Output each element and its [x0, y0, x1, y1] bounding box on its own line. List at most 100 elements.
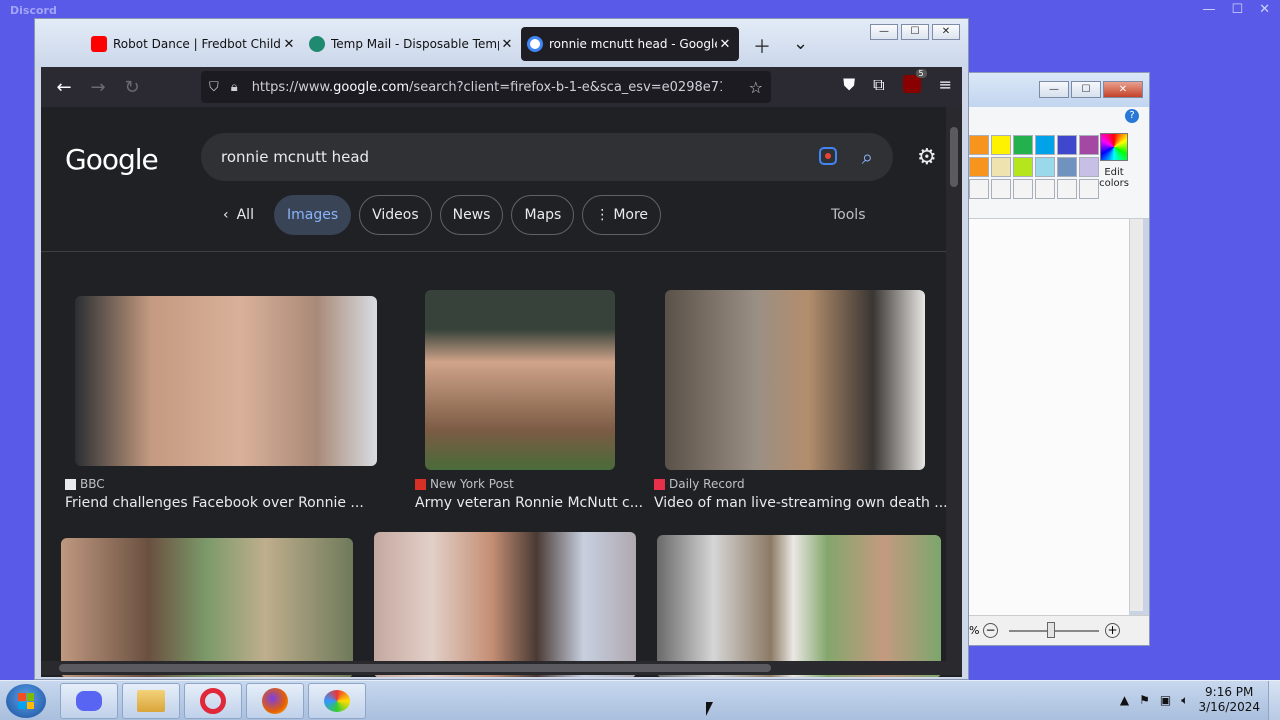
color-swatch[interactable]	[991, 179, 1011, 199]
color-swatch[interactable]	[1035, 135, 1055, 155]
result-source[interactable]: BBC	[65, 477, 105, 491]
volume-muted-icon[interactable]: 🔈︎	[1181, 693, 1188, 708]
taskbar-explorer[interactable]	[122, 683, 180, 719]
close-icon[interactable]: ✕	[281, 37, 297, 52]
clock-date: 3/16/2024	[1198, 700, 1260, 714]
maximize-icon[interactable]: ☐	[1231, 2, 1243, 17]
shield-icon[interactable]: ⛉	[209, 80, 219, 95]
paint-canvas[interactable]	[969, 219, 1129, 615]
horizontal-scrollbar[interactable]	[41, 661, 962, 675]
chip-more[interactable]: ⋮ More	[582, 195, 662, 235]
tab-robot-dance[interactable]: Robot Dance | Fredbot Childre ✕	[85, 27, 303, 61]
maximize-button[interactable]: ☐	[901, 24, 929, 40]
zoom-in-button[interactable]: +	[1105, 623, 1120, 638]
search-input[interactable]: ronnie mcnutt head	[221, 148, 369, 166]
image-result-thumbnail[interactable]	[374, 532, 636, 677]
color-swatch[interactable]	[1057, 135, 1077, 155]
paint-titlebar[interactable]: — ☐ ✕	[969, 73, 1149, 107]
image-result-thumbnail[interactable]	[61, 538, 353, 677]
start-button[interactable]	[6, 684, 46, 718]
settings-gear-icon[interactable]: ⚙	[917, 145, 937, 170]
zoom-slider-thumb[interactable]	[1047, 622, 1055, 638]
result-caption[interactable]: Friend challenges Facebook over Ronnie .…	[65, 495, 364, 511]
result-caption[interactable]: Video of man live-streaming own death ..…	[654, 495, 948, 511]
lock-icon[interactable]: 🔒︎	[231, 80, 238, 95]
image-result-thumbnail[interactable]	[425, 290, 615, 470]
chip-all[interactable]: ‹ All	[211, 195, 266, 235]
color-swatch[interactable]	[969, 179, 989, 199]
vertical-scrollbar[interactable]	[946, 107, 962, 661]
chip-maps[interactable]: Maps	[511, 195, 575, 235]
forward-button[interactable]: →	[81, 77, 115, 98]
color-swatch[interactable]	[1013, 135, 1033, 155]
show-desktop-button[interactable]	[1268, 681, 1280, 720]
paint-maximize-button[interactable]: ☐	[1071, 81, 1101, 98]
taskbar-firefox[interactable]	[246, 683, 304, 719]
url-text[interactable]: https://www.google.com/search?client=fir…	[252, 80, 722, 95]
reload-button[interactable]: ↻	[115, 77, 149, 98]
taskbar-discord[interactable]	[60, 683, 118, 719]
list-all-tabs-button[interactable]: ⌄	[793, 33, 808, 54]
color-swatch[interactable]	[1013, 179, 1033, 199]
paint-vertical-scrollbar[interactable]	[1129, 219, 1143, 611]
result-caption[interactable]: Army veteran Ronnie McNutt c...	[415, 495, 643, 511]
tab-google-search[interactable]: ronnie mcnutt head - Google S ✕	[521, 27, 739, 61]
extensions-icon[interactable]: ⧉	[873, 75, 884, 95]
zoom-out-button[interactable]: −	[983, 623, 998, 638]
close-icon[interactable]: ✕	[499, 37, 515, 52]
google-logo[interactable]: Google	[65, 143, 159, 176]
edit-colors-button[interactable]: Edit colors	[1093, 133, 1135, 189]
image-result-thumbnail[interactable]	[665, 290, 925, 470]
close-button[interactable]: ✕	[932, 24, 960, 40]
image-result-thumbnail[interactable]	[657, 535, 941, 677]
tools-button[interactable]: Tools	[831, 207, 866, 223]
color-swatch[interactable]	[1035, 157, 1055, 177]
paint-minimize-button[interactable]: —	[1039, 81, 1069, 98]
tab-temp-mail[interactable]: Temp Mail - Disposable Tempo ✕	[303, 27, 521, 61]
network-icon[interactable]: ▣	[1160, 693, 1171, 707]
close-icon[interactable]: ✕	[717, 37, 733, 52]
help-icon[interactable]: ?	[1125, 109, 1139, 123]
menu-icon[interactable]: ≡	[939, 75, 952, 95]
back-button[interactable]: ←	[47, 77, 81, 98]
image-result-thumbnail[interactable]	[75, 296, 377, 466]
minimize-button[interactable]: —	[870, 24, 898, 40]
search-box[interactable]: ronnie mcnutt head ⌕	[201, 133, 893, 181]
bookmark-star-icon[interactable]: ☆	[749, 78, 763, 97]
opera-icon	[200, 688, 226, 714]
color-swatch[interactable]	[1057, 157, 1077, 177]
paint-close-button[interactable]: ✕	[1103, 81, 1143, 98]
vertical-scrollbar-thumb[interactable]	[950, 127, 958, 187]
result-source[interactable]: New York Post	[415, 477, 514, 491]
firefox-icon	[262, 688, 288, 714]
clock[interactable]: 9:16 PM 3/16/2024	[1198, 685, 1260, 715]
color-swatch[interactable]	[991, 157, 1011, 177]
minimize-icon[interactable]: —	[1202, 2, 1215, 17]
horizontal-scrollbar-thumb[interactable]	[59, 664, 771, 672]
color-swatch[interactable]	[969, 157, 989, 177]
tab-title: Robot Dance | Fredbot Childre	[113, 37, 281, 51]
color-swatch[interactable]	[1013, 157, 1033, 177]
edit-colors-label: Edit colors	[1099, 167, 1129, 189]
navigation-toolbar: ← → ↻ ⛉ 🔒︎ https://www.google.com/search…	[41, 67, 962, 107]
url-bar[interactable]: ⛉ 🔒︎ https://www.google.com/search?clien…	[201, 71, 771, 103]
taskbar-opera[interactable]	[184, 683, 242, 719]
action-center-flag-icon[interactable]: ⚑	[1139, 693, 1150, 707]
show-hidden-icons-icon[interactable]: ▲	[1120, 693, 1129, 707]
pocket-icon[interactable]: ⛊	[843, 75, 855, 95]
new-tab-button[interactable]: ＋	[753, 33, 771, 59]
color-swatch[interactable]	[1035, 179, 1055, 199]
close-icon[interactable]: ✕	[1259, 2, 1270, 17]
taskbar-paint[interactable]	[308, 683, 366, 719]
chip-images[interactable]: Images	[273, 195, 352, 235]
google-lens-icon[interactable]	[819, 147, 837, 165]
chip-news[interactable]: News	[439, 195, 504, 235]
ublock-origin-icon[interactable]: 5	[902, 69, 927, 93]
color-swatch[interactable]	[1057, 179, 1077, 199]
color-swatch[interactable]	[969, 135, 989, 155]
color-swatch[interactable]	[991, 135, 1011, 155]
paint-ribbon: ? Edit colors	[969, 107, 1149, 219]
chip-videos[interactable]: Videos	[359, 195, 432, 235]
search-icon[interactable]: ⌕	[862, 145, 873, 169]
result-source[interactable]: Daily Record	[654, 477, 745, 491]
